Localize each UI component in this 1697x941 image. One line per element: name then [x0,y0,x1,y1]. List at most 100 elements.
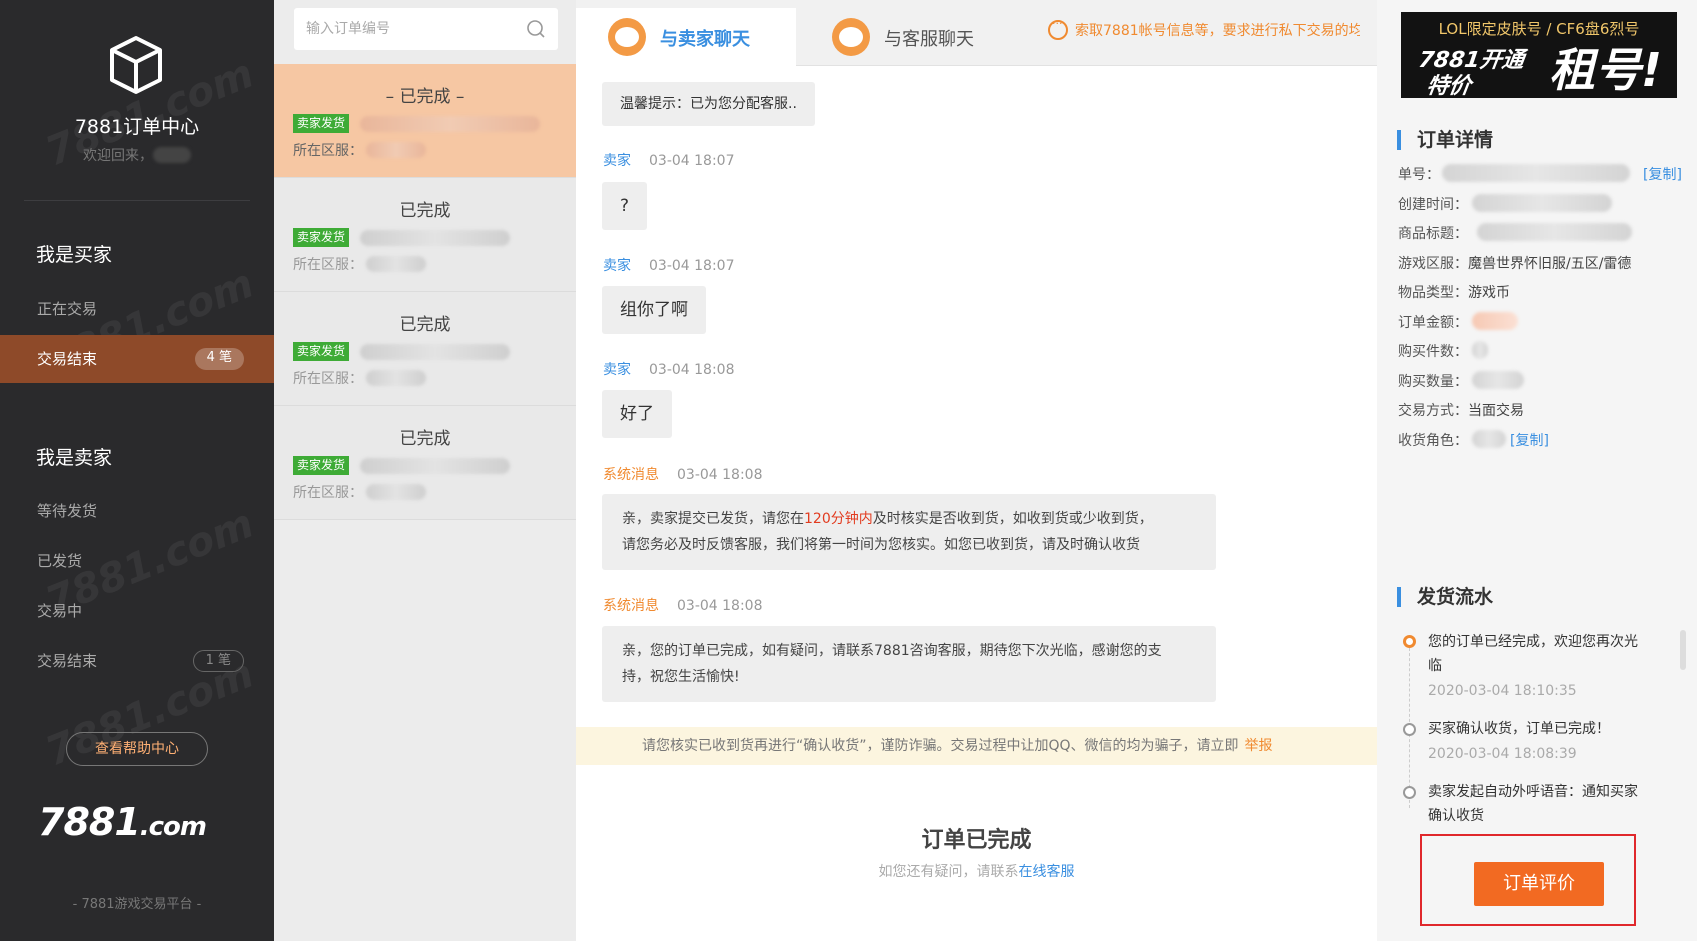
sidebar-item-label: 交易结束 [37,350,98,368]
flow-line-text: 临 [1428,658,1442,674]
sidebar-item-buyer-trading[interactable]: 正在交易 [0,285,274,333]
system-message-text: 亲，卖家提交已发货，请您在 [622,511,804,527]
sidebar-item-buyer-finished[interactable]: 交易结束 4 笔 [0,335,274,383]
message-sender: 系统消息 [603,598,659,614]
detail-purchase-count: 购买件数： [1398,341,1468,361]
tab-service-chat[interactable]: 与客服聊天 [800,8,1020,66]
flow-event-text: 卖家发起自动外呼语音：通知买家 确认收货 [1428,780,1668,828]
time-limit-highlight: 120分钟内 [804,511,873,527]
quantity-blur [1472,371,1524,389]
ad-banner[interactable]: LOL限定皮肤号 / CF6盘6烈号 7881开通 特价 租号! [1401,12,1677,98]
region-blur [366,370,426,386]
tab-seller-chat[interactable]: 与卖家聊天 [576,8,796,66]
system-message-bubble: 亲，您的订单已完成，如有疑问，请联系7881咨询客服，期待您下次光临，感谢您的支… [602,626,1216,702]
sidebar-item-seller-waiting[interactable]: 等待发货 [0,487,274,535]
flow-line-text: 您的订单已经完成，欢迎您再次光 [1428,634,1638,650]
message-time: 03-04 18:07 [649,153,735,169]
message-time: 03-04 18:07 [649,258,735,274]
chat-bubble: 好了 [602,390,672,438]
region-blur [366,484,426,500]
order-search [294,8,558,50]
sidebar-item-seller-trading[interactable]: 交易中 [0,587,274,635]
sidebar-item-seller-shipped[interactable]: 已发货 [0,537,274,585]
detail-receive-role: 收货角色： [1398,430,1468,450]
search-input[interactable] [306,18,516,40]
chat-tab-bar: 与卖家聊天 与客服聊天 索取7881帐号信息等，要求进行私下交易的均为骗子 [576,0,1377,66]
role-blur [1472,430,1506,448]
message-meta: 卖家 03-04 18:07 [603,150,734,170]
system-message-line: 持，祝您生活愉快! [622,669,740,685]
detail-label: 游戏区服： [1398,256,1468,272]
detail-order-id: 单号： [1398,164,1440,184]
message-meta: 系统消息 03-04 18:08 [603,595,762,615]
order-status: – 已完成 – [385,87,465,107]
app-root: 7881.com 7881.com 7881.com 7881.com 7881… [0,0,1697,941]
detail-label: 购买数量： [1398,374,1468,390]
sidebar-divider [24,200,250,201]
online-service-link[interactable]: 在线客服 [1019,864,1075,880]
cat-avatar-icon [832,18,870,56]
message-time: 03-04 18:08 [677,467,763,483]
flow-event-text: 您的订单已经完成，欢迎您再次光 临 [1428,630,1668,678]
chat-bubble: 组你了啊 [602,286,706,334]
timeline-dot-current [1403,635,1416,648]
count-badge: 4 笔 [194,348,244,370]
system-message-line: 亲，您的订单已完成，如有疑问，请联系7881咨询客服，期待您下次光临，感谢您的支 [622,643,1162,659]
cube-icon [110,36,162,94]
brand-logo-suffix: .com [139,812,207,842]
region-label: 所在区服： [293,257,363,273]
sidebar-item-seller-finished[interactable]: 交易结束 1 笔 [0,637,274,685]
copy-role-link[interactable]: [复制] [1510,430,1549,450]
welcome-text: 欢迎回来， [0,144,274,165]
order-status: 已完成 [399,315,451,335]
region-label: 所在区服： [293,371,363,387]
help-center-button[interactable]: 查看帮助中心 [66,732,208,766]
message-time: 03-04 18:08 [677,598,763,614]
timeline-dot [1403,786,1416,799]
detail-order-amount: 订单金额： [1398,312,1468,332]
message-time: 03-04 18:08 [649,362,735,378]
timeline-dot [1403,723,1416,736]
seller-ship-badge: 卖家发货 [293,342,350,361]
region-label: 所在区服： [293,143,363,159]
order-title-blur [360,458,510,474]
message-meta: 卖家 03-04 18:08 [603,359,734,379]
flow-scrollbar[interactable] [1680,630,1686,670]
sidebar-footer: - 7881游戏交易平台 - [72,897,202,912]
order-detail-title: 订单详情 [1397,130,1493,150]
service-tip-bubble: 温馨提示：已为您分配客服.. [602,82,815,126]
system-message-line: 请您务必及时反馈客服，我们将第一时间为您核实。如您已收到货，请及时确认收货 [622,537,1140,553]
order-review-button[interactable]: 订单评价 [1474,862,1604,906]
shipping-flow-title: 发货流水 [1397,587,1493,607]
report-link[interactable]: 举报 [1245,738,1273,754]
order-item[interactable]: 已完成 卖家发货 所在区服： [274,406,576,520]
cat-avatar-icon [608,18,646,56]
message-sender: 卖家 [603,153,631,169]
welcome-label: 欢迎回来， [83,148,153,164]
flow-line-text: 卖家发起自动外呼语音：通知买家 [1428,784,1638,800]
detail-purchase-quantity: 购买数量： [1398,371,1468,391]
brand-logo-main: 7881 [38,800,141,844]
tab-label: 与客服聊天 [884,29,974,50]
detail-created-time: 创建时间： [1398,194,1468,214]
search-icon[interactable] [526,19,546,39]
copy-order-id-link[interactable]: [复制] [1643,164,1682,184]
sidebar-item-label: 已发货 [37,552,83,570]
order-item[interactable]: 已完成 卖家发货 所在区服： [274,292,576,406]
detail-game-server: 游戏区服：魔兽世界怀旧服/五区/雷德 [1398,253,1631,273]
order-status: 已完成 [399,429,451,449]
username-blur [153,147,191,163]
seller-ship-badge: 卖家发货 [293,114,350,133]
notice-text: 请您核实已收到货再进行“确认收货”，谨防诈骗。交易过程中让加QQ、微信的均为骗子… [642,738,1239,754]
flow-event-time: 2020-03-04 18:10:35 [1428,683,1577,699]
highlight-frame: 订单评价 [1420,834,1636,926]
order-item[interactable]: 已完成 卖家发货 所在区服： [274,178,576,292]
order-complete-subtitle: 如您还有疑问，请联系在线客服 [576,861,1377,881]
region-label: 所在区服： [293,485,363,501]
order-item[interactable]: – 已完成 – 卖家发货 所在区服： [274,64,576,178]
created-time-blur [1472,194,1612,212]
seller-ship-badge: 卖家发货 [293,228,350,247]
seller-section-title: 我是卖家 [36,447,113,469]
detail-label: 收货角色： [1398,433,1468,449]
chat-warning-icon [1048,17,1068,40]
